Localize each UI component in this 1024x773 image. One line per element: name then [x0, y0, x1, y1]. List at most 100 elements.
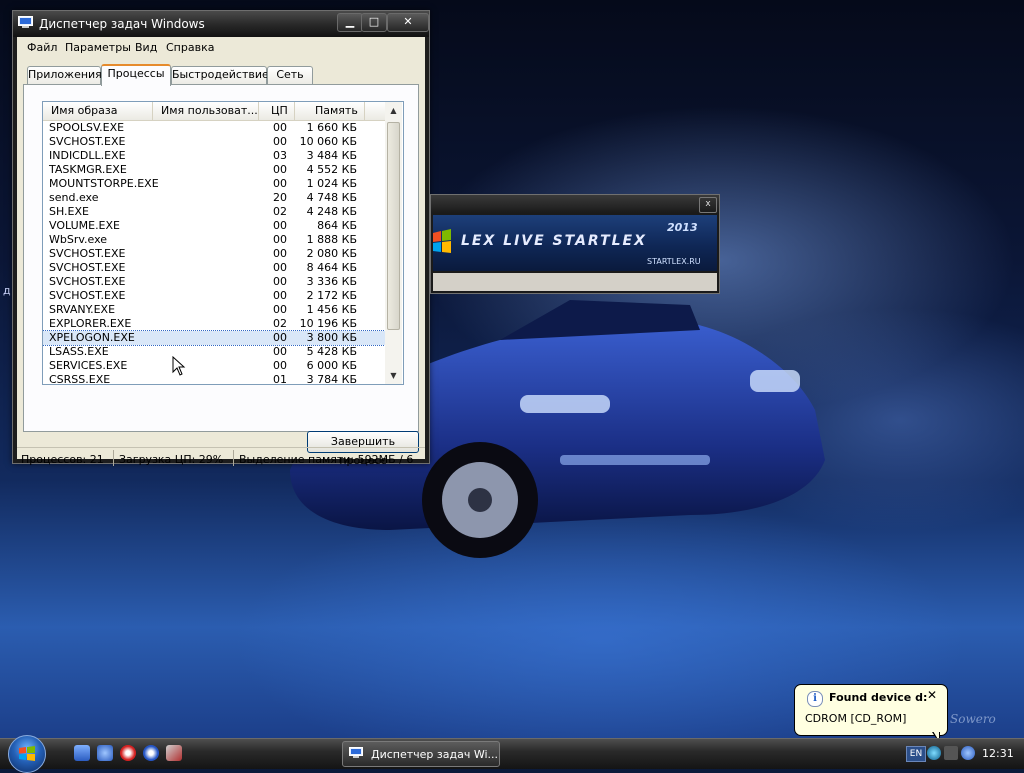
- splash-title-bar[interactable]: x: [431, 195, 719, 213]
- menu-file[interactable]: Файл: [27, 41, 57, 54]
- title-bar[interactable]: Диспетчер задач Windows ▁ □ ✕: [13, 11, 429, 37]
- process-cpu: 00: [273, 345, 287, 358]
- process-name: SVCHOST.EXE: [49, 247, 126, 260]
- maximize-button[interactable]: □: [361, 13, 387, 32]
- tab-performance[interactable]: Быстродействие: [171, 66, 269, 84]
- windows-logo-icon: [433, 229, 451, 253]
- device-notification-balloon[interactable]: i Found device d: ✕ CDROM [CD_ROM]: [794, 684, 948, 736]
- opera-browser-icon[interactable]: [120, 745, 136, 761]
- tab-processes[interactable]: Процессы: [101, 64, 171, 86]
- scroll-down-icon[interactable]: ▼: [385, 367, 402, 384]
- vertical-scrollbar[interactable]: ▲ ▼: [385, 102, 402, 384]
- process-memory: 4 552 КБ: [306, 163, 357, 176]
- table-row[interactable]: send.exe 20 4 748 КБ: [43, 191, 385, 205]
- table-row[interactable]: VOLUME.EXE 00 864 КБ: [43, 219, 385, 233]
- process-memory: 8 464 КБ: [306, 261, 357, 274]
- table-row[interactable]: SVCHOST.EXE 00 2 080 КБ: [43, 247, 385, 261]
- splash-url: STARTLEX.RU: [647, 257, 701, 266]
- table-row[interactable]: CSRSS.EXE 01 3 784 КБ: [43, 373, 385, 384]
- process-name: MOUNTSTORPE.EXE: [49, 177, 159, 190]
- scroll-thumb[interactable]: [387, 122, 400, 330]
- minimize-button[interactable]: ▁: [337, 13, 363, 32]
- show-desktop-icon[interactable]: [74, 745, 90, 761]
- menu-help[interactable]: Справка: [166, 41, 214, 54]
- table-row[interactable]: SVCHOST.EXE 00 3 336 КБ: [43, 275, 385, 289]
- process-memory: 1 024 КБ: [306, 177, 357, 190]
- taskbar-task-label: Диспетчер задач Wi...: [371, 748, 499, 761]
- process-memory: 4 248 КБ: [306, 205, 357, 218]
- table-row[interactable]: XPELOGON.EXE 00 3 800 КБ: [43, 330, 385, 346]
- network-icon[interactable]: [927, 746, 941, 760]
- column-user-name[interactable]: Имя пользоват...: [153, 102, 259, 120]
- tools-icon[interactable]: [166, 745, 182, 761]
- process-memory: 2 172 КБ: [306, 289, 357, 302]
- splash-footer: [433, 273, 717, 291]
- status-memory: Выделение памяти: 592МБ / 6: [239, 453, 414, 466]
- splash-product-name: LEX LIVE STARTLEX: [461, 233, 647, 249]
- startlex-splash-window[interactable]: x LEX LIVE STARTLEX 2013 STARTLEX.RU: [430, 194, 720, 294]
- table-row[interactable]: SERVICES.EXE 00 6 000 КБ: [43, 359, 385, 373]
- device-icon[interactable]: [944, 746, 958, 760]
- task-manager-icon: [18, 16, 33, 28]
- process-cpu: 00: [273, 233, 287, 246]
- clock[interactable]: 12:31: [982, 747, 1014, 760]
- process-name: INDICDLL.EXE: [49, 149, 126, 162]
- table-row[interactable]: SVCHOST.EXE 00 8 464 КБ: [43, 261, 385, 275]
- balloon-close-button[interactable]: ✕: [927, 688, 937, 702]
- process-cpu: 00: [273, 121, 287, 134]
- process-memory: 3 784 КБ: [306, 373, 357, 384]
- table-row[interactable]: SPOOLSV.EXE 00 1 660 КБ: [43, 121, 385, 135]
- browser-tray-icon[interactable]: [961, 746, 975, 760]
- table-row[interactable]: TASKMGR.EXE 00 4 552 КБ: [43, 163, 385, 177]
- process-cpu: 00: [273, 359, 287, 372]
- status-divider: [113, 450, 114, 466]
- table-row[interactable]: WbSrv.exe 00 1 888 КБ: [43, 233, 385, 247]
- splash-year: 2013: [667, 221, 698, 234]
- process-cpu: 02: [273, 205, 287, 218]
- table-row[interactable]: SVCHOST.EXE 00 10 060 КБ: [43, 135, 385, 149]
- table-row[interactable]: SRVANY.EXE 00 1 456 КБ: [43, 303, 385, 317]
- process-memory: 2 080 КБ: [306, 247, 357, 260]
- process-name: CSRSS.EXE: [49, 373, 111, 384]
- process-memory: 6 000 КБ: [306, 359, 357, 372]
- menu-options[interactable]: Параметры: [65, 41, 131, 54]
- task-manager-window[interactable]: Диспетчер задач Windows ▁ □ ✕ Файл Парам…: [12, 10, 430, 467]
- process-list[interactable]: Имя образа Имя пользоват... ЦП Память SP…: [42, 101, 404, 385]
- process-cpu: 03: [273, 149, 287, 162]
- media-player-icon[interactable]: [143, 745, 159, 761]
- process-name: TASKMGR.EXE: [49, 163, 127, 176]
- process-memory: 1 888 КБ: [306, 233, 357, 246]
- process-memory: 5 428 КБ: [306, 345, 357, 358]
- processes-panel: Имя образа Имя пользоват... ЦП Память SP…: [23, 84, 419, 432]
- process-name: SVCHOST.EXE: [49, 261, 126, 274]
- taskbar-task-manager-button[interactable]: Диспетчер задач Wi...: [342, 741, 500, 767]
- taskbar: Диспетчер задач Wi... EN 12:31: [0, 735, 1024, 773]
- process-name: SVCHOST.EXE: [49, 135, 126, 148]
- status-processes: Процессов: 21: [21, 453, 104, 466]
- process-memory: 10 060 КБ: [299, 135, 357, 148]
- table-row[interactable]: SVCHOST.EXE 00 2 172 КБ: [43, 289, 385, 303]
- process-cpu: 00: [273, 177, 287, 190]
- tab-applications[interactable]: Приложения: [27, 66, 102, 84]
- table-row[interactable]: LSASS.EXE 00 5 428 КБ: [43, 345, 385, 359]
- table-row[interactable]: EXPLORER.EXE 02 10 196 КБ: [43, 317, 385, 331]
- window-title: Диспетчер задач Windows: [39, 17, 205, 31]
- internet-explorer-icon[interactable]: [97, 745, 113, 761]
- language-indicator[interactable]: EN: [906, 746, 926, 762]
- table-row[interactable]: MOUNTSTORPE.EXE 00 1 024 КБ: [43, 177, 385, 191]
- menu-view[interactable]: Вид: [135, 41, 157, 54]
- table-row[interactable]: SH.EXE 02 4 248 КБ: [43, 205, 385, 219]
- splash-close-button[interactable]: x: [699, 197, 717, 213]
- column-memory[interactable]: Память: [295, 102, 365, 120]
- start-button[interactable]: [8, 735, 46, 773]
- scroll-up-icon[interactable]: ▲: [385, 102, 402, 119]
- tab-network[interactable]: Сеть: [267, 66, 313, 84]
- process-cpu: 02: [273, 317, 287, 330]
- process-memory: 10 196 КБ: [299, 317, 357, 330]
- process-memory: 1 456 КБ: [306, 303, 357, 316]
- close-button[interactable]: ✕: [387, 13, 429, 32]
- column-cpu[interactable]: ЦП: [259, 102, 295, 120]
- process-memory: 3 484 КБ: [306, 149, 357, 162]
- column-image-name[interactable]: Имя образа: [43, 102, 153, 120]
- table-row[interactable]: INDICDLL.EXE 03 3 484 КБ: [43, 149, 385, 163]
